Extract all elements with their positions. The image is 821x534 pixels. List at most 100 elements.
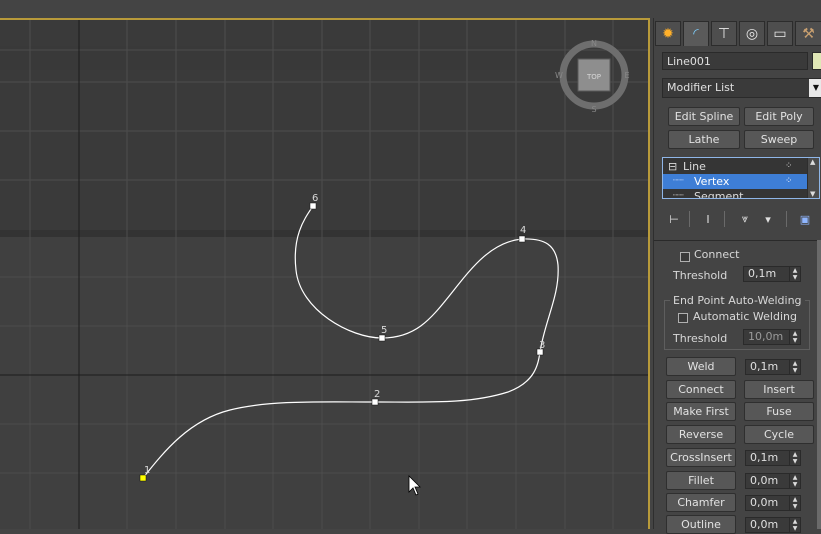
tree-branch-icon: ┈┈ [673,176,684,186]
threshold-spinner[interactable]: 0,1m ▲ ▼ [743,266,801,282]
crossinsert-button[interactable]: CrossInsert [666,448,736,467]
vertex-2-label: 2 [374,389,381,400]
tab-motion[interactable]: ◎ [739,21,765,46]
stack-scrollbar[interactable]: ▲ ▼ [807,158,819,198]
display-icon: ▭ [773,25,787,42]
autoweld-threshold-value: 10,0m [748,330,784,343]
viewport-canvas[interactable]: TOP N S E W [0,20,650,529]
command-panel-tabs: ✹ ◜ ⊤ ◎ ▭ ⚒ [654,21,821,47]
automatic-welding-checkbox[interactable] [678,313,688,323]
spinner-arrows-icon[interactable]: ▲ ▼ [789,360,800,374]
outline-button[interactable]: Outline [666,515,736,534]
viewcube-east-label: E [624,71,629,80]
fillet-spinner[interactable]: 0,0m ▲ ▼ [745,473,801,489]
viewport-top-strip [0,0,821,18]
chamfer-spinner[interactable]: 0,0m ▲ ▼ [745,495,801,511]
spinner-arrows-icon[interactable]: ▲ ▼ [789,330,800,344]
toolbar-divider [724,211,725,227]
connect-checkbox[interactable] [680,252,690,262]
viewport-band-divider [0,230,648,237]
weld-value: 0,1m [750,360,779,373]
scroll-down-icon[interactable]: ▼ [810,190,815,198]
connect-button[interactable]: Connect [666,380,736,399]
spinner-arrows-icon[interactable]: ▲ ▼ [789,496,800,510]
weld-spinner[interactable]: 0,1m ▲ ▼ [745,359,801,375]
tab-hierarchy[interactable]: ⊤ [711,21,737,46]
fuse-button[interactable]: Fuse [744,402,814,421]
scroll-up-icon[interactable]: ▲ [810,158,815,166]
reverse-button[interactable]: Reverse [666,425,736,444]
vertex-3-label: 3 [539,340,546,351]
stack-visibility-icon[interactable]: ⁘ [785,174,793,189]
viewcube-south-label: S [591,105,596,114]
motion-icon: ◎ [745,25,759,42]
tab-display[interactable]: ▭ [767,21,793,46]
modifier-stack[interactable]: ⊟ Line ⁘ ┈┈ Vertex ⁘ ┈┈ Segment ▲ ▼ [662,157,820,199]
chamfer-value: 0,0m [750,496,779,509]
autoweld-threshold-label: Threshold [673,332,728,345]
lathe-button[interactable]: Lathe [668,130,740,149]
stack-item-vertex[interactable]: ┈┈ Vertex ⁘ [663,174,807,189]
vertex-1-label: 1 [144,465,151,476]
chevron-down-icon: ▼ [809,79,821,97]
show-end-result-icon[interactable]: Ι [698,210,718,228]
cycle-button[interactable]: Cycle [744,425,814,444]
autoweld-group-title: End Point Auto-Welding [670,294,805,307]
utilities-icon: ⚒ [802,25,815,42]
make-unique-icon[interactable]: ⩔ [735,210,755,228]
spinner-arrows-icon[interactable]: ▲ ▼ [789,518,800,532]
spinner-arrows-icon[interactable]: ▲ ▼ [789,267,800,281]
remove-modifier-icon[interactable]: ▾ [758,210,778,228]
fillet-value: 0,0m [750,474,779,487]
hierarchy-icon: ⊤ [717,25,731,42]
sweep-button[interactable]: Sweep [744,130,814,149]
collapse-icon[interactable]: ⊟ [668,159,677,174]
make-first-button[interactable]: Make First [666,402,736,421]
stack-item-segment[interactable]: ┈┈ Segment [663,189,807,199]
create-icon: ✹ [662,25,674,42]
stack-visibility-icon[interactable]: ⁘ [785,159,793,174]
vertex-5-label: 5 [381,325,388,336]
toolbar-divider [689,211,690,227]
command-panel-scrollbar[interactable] [817,240,821,529]
crossinsert-spinner[interactable]: 0,1m ▲ ▼ [745,450,801,466]
tab-create[interactable]: ✹ [655,21,681,46]
spinner-arrows-icon[interactable]: ▲ ▼ [789,451,800,465]
top-viewport[interactable]: TOP N S E W 1 2 3 4 5 6 [0,18,650,529]
viewcube-west-label: W [555,71,563,80]
vertex-6-label: 6 [312,193,319,204]
edit-spline-button[interactable]: Edit Spline [668,107,740,126]
tree-branch-icon: ┈┈ [673,191,684,199]
connect-checkbox-label: Connect [694,248,740,261]
tab-modify[interactable]: ◜ [683,21,709,46]
modify-icon: ◜ [693,26,699,42]
stack-item-line-label: Line [683,160,706,173]
modifier-list-label: Modifier List [667,81,735,94]
modifier-list-dropdown[interactable]: Modifier List ▼ [662,78,821,98]
outline-spinner[interactable]: 0,0m ▲ ▼ [745,517,801,533]
weld-button[interactable]: Weld [666,357,736,376]
autoweld-threshold-spinner[interactable]: 10,0m ▲ ▼ [743,329,801,345]
outline-value: 0,0m [750,518,779,531]
crossinsert-value: 0,1m [750,451,779,464]
viewcube-face-label: TOP [586,73,601,81]
fillet-button[interactable]: Fillet [666,471,736,490]
threshold-value: 0,1m [748,267,777,280]
configure-modifier-sets-icon[interactable]: ▣ [795,210,815,228]
command-panel: ✹ ◜ ⊤ ◎ ▭ ⚒ Line001 Modifier List ▼ Edit… [653,18,821,534]
chamfer-button[interactable]: Chamfer [666,493,736,512]
rollout-separator [654,240,821,241]
toolbar-divider [786,211,787,227]
object-color-swatch[interactable] [812,52,821,70]
viewport-band-lower [0,237,648,529]
object-name-field[interactable]: Line001 [662,52,808,70]
insert-button[interactable]: Insert [744,380,814,399]
vertex-4-handle[interactable] [518,235,526,243]
stack-item-vertex-label: Vertex [694,175,730,188]
pin-stack-icon[interactable]: ⊢ [664,210,684,228]
stack-item-line[interactable]: ⊟ Line ⁘ [663,159,807,174]
tab-utilities[interactable]: ⚒ [795,21,821,46]
spinner-arrows-icon[interactable]: ▲ ▼ [789,474,800,488]
edit-poly-button[interactable]: Edit Poly [744,107,814,126]
stack-item-segment-label: Segment [694,190,744,199]
